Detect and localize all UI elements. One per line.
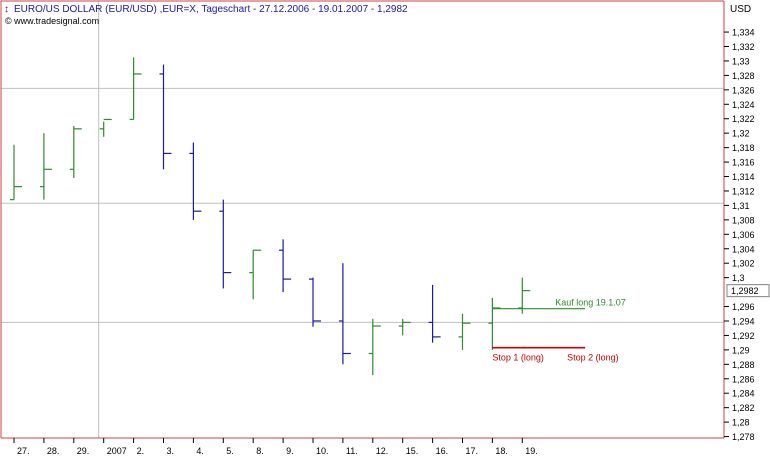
x-tick-label: 10.	[316, 446, 329, 456]
x-tick-label: 3.	[167, 446, 175, 456]
y-tick-label: 1,288	[732, 360, 755, 370]
x-tick-label: 8.	[256, 446, 264, 456]
y-tick-label: 1,32	[732, 129, 750, 139]
y-tick-label: 1,292	[732, 331, 755, 341]
y-tick-label: 1,294	[732, 316, 755, 326]
y-tick-label: 1,306	[732, 230, 755, 240]
x-axis: 27. 28. 29. 2007 2. 3. 4. 5. 8. 9. 10. 11. 12. 15. 16.…	[13, 438, 538, 456]
y-tick-label: 1,318	[732, 143, 755, 153]
y-tick-label: 1,278	[732, 432, 755, 442]
y-tick-label: 1,326	[732, 85, 755, 95]
plot-area	[1, 1, 724, 438]
last-price-label: 1,2982	[731, 286, 759, 296]
y-tick-label: 1,322	[732, 114, 755, 124]
y-tick-label: 1,304	[732, 244, 755, 254]
x-tick-label: 5.	[226, 446, 234, 456]
y-tick-label: 1,29	[732, 345, 750, 355]
x-tick-label: 15.	[406, 446, 419, 456]
y-tick-label: 1,312	[732, 186, 755, 196]
y-tick-label: 1,332	[732, 42, 755, 52]
x-tick-label: 11.	[346, 446, 358, 456]
y-tick-label: 1,284	[732, 389, 755, 399]
arrow-icon: ↕	[4, 4, 9, 15]
x-tick-label: 9.	[286, 446, 294, 456]
ohlc-chart: Kauf long 19.1.07 Stop 1 (long) Stop 2 (lo…	[0, 0, 770, 456]
y-tick-label: 1,296	[732, 302, 755, 312]
x-tick-label: 17.	[466, 446, 479, 456]
y-tick-label: 1,316	[732, 158, 755, 168]
signal-label: Kauf long 19.1.07	[555, 298, 626, 308]
y-tick-label: 1,28	[732, 418, 750, 428]
copyright-text: © www.tradesignal.com	[5, 16, 99, 26]
stop-label: Stop 1 (long)	[492, 353, 544, 363]
y-tick-label: 1,33	[732, 56, 750, 66]
x-tick-label: 28.	[47, 446, 60, 456]
x-tick-label: 27.	[17, 446, 30, 456]
x-tick-label: 16.	[436, 446, 449, 456]
x-tick-label: 29.	[77, 446, 90, 456]
y-tick-label: 1,328	[732, 71, 755, 81]
currency-label: USD	[730, 4, 751, 15]
y-tick-label: 1,31	[732, 201, 750, 211]
y-tick-label: 1,286	[732, 374, 755, 384]
x-tick-label: 18.	[495, 446, 508, 456]
chart-title: EURO/US DOLLAR (EUR/USD) ,EUR=X, Tagesch…	[14, 4, 408, 15]
y-tick-label: 1,324	[732, 100, 755, 110]
x-tick-label: 2007	[107, 446, 127, 456]
x-tick-label: 19.	[525, 446, 538, 456]
x-tick-label: 12.	[376, 446, 389, 456]
y-axis: 1,278 1,28 1,282 1,284 1,286 1,288 1,29 1,292 1,…	[724, 28, 770, 442]
y-tick-label: 1,3	[732, 273, 745, 283]
y-tick-label: 1,282	[732, 403, 755, 413]
y-tick-label: 1,302	[732, 259, 755, 269]
y-tick-label: 1,308	[732, 215, 755, 225]
y-tick-label: 1,334	[732, 28, 755, 38]
stop-label: Stop 2 (long)	[567, 353, 619, 363]
y-tick-label: 1,314	[732, 172, 755, 182]
x-tick-label: 4.	[196, 446, 204, 456]
x-tick-label: 2.	[137, 446, 145, 456]
